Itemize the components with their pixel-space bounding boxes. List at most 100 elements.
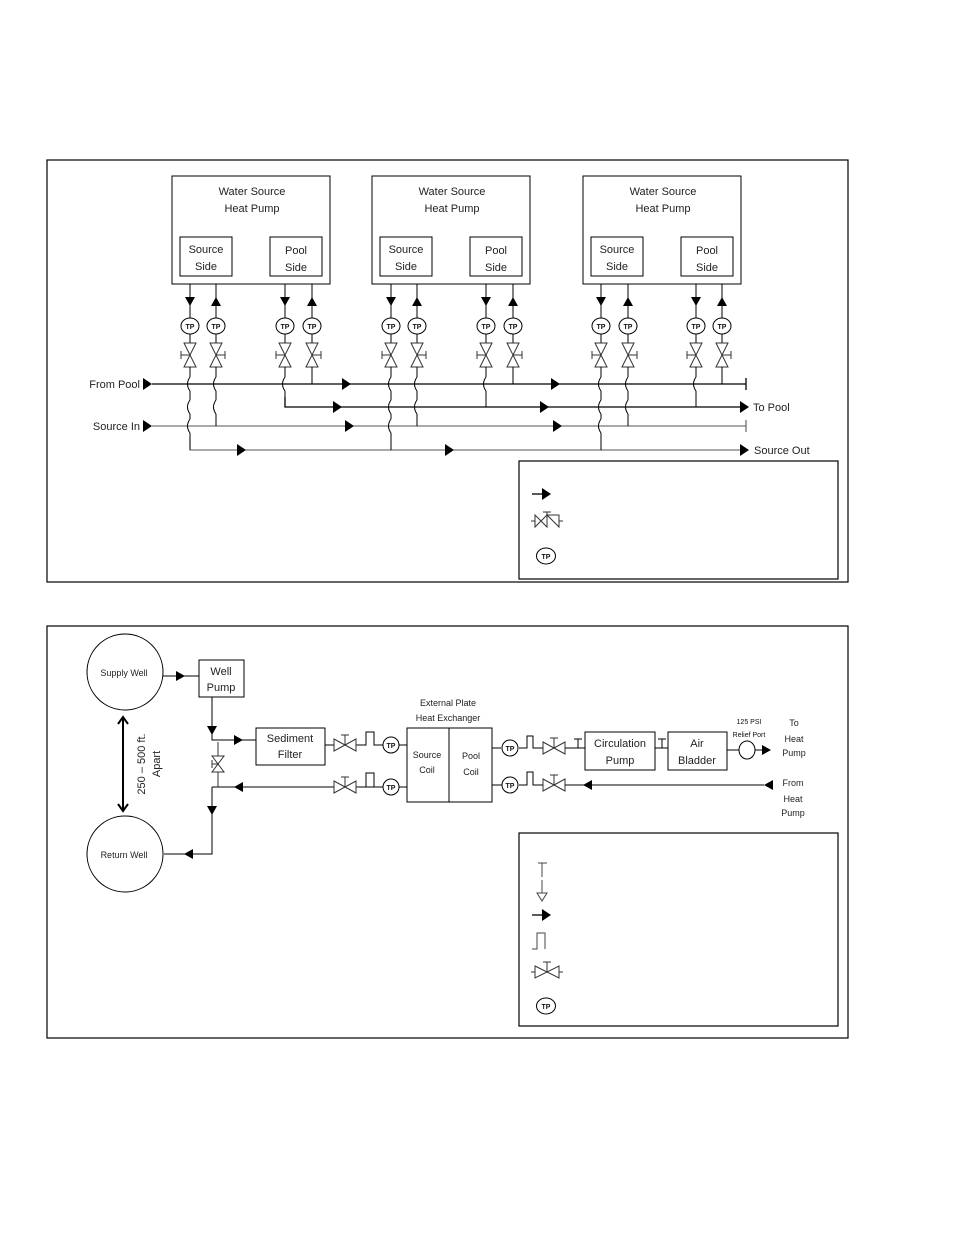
svg-text:Pool: Pool <box>485 245 507 257</box>
tp-port-icon: TP <box>501 776 519 794</box>
to-pool-arrow-icon <box>740 401 749 413</box>
pool-supply-header <box>152 378 747 390</box>
well-pump: Well Pump <box>198 659 245 698</box>
heat-pump-title: Water Source <box>419 186 486 198</box>
svg-text:Side: Side <box>195 261 217 273</box>
svg-text:Return Well: Return Well <box>101 850 148 860</box>
branch-pipe: TP <box>476 284 496 407</box>
heat-pump-unit: Water Source Heat Pump Source Side Pool Side <box>171 175 331 285</box>
heat-pump-unit: Water Source Heat Pump Source Side Pool Side <box>582 175 742 285</box>
svg-text:TP: TP <box>506 746 515 753</box>
svg-text:TP: TP <box>482 324 491 331</box>
source-side-box: Source Side <box>379 236 433 277</box>
svg-text:Heat Exchanger: Heat Exchanger <box>416 713 481 723</box>
bypass-valve-icon <box>211 742 225 787</box>
flow-arrow-icon <box>623 297 633 306</box>
svg-text:TP: TP <box>308 324 317 331</box>
svg-text:TP: TP <box>542 554 551 561</box>
legend-ball-valve-icon <box>531 511 563 529</box>
svg-text:Side: Side <box>395 261 417 273</box>
flow-arrow-icon <box>345 420 354 432</box>
tp-port-icon: TP <box>381 317 401 335</box>
svg-text:TP: TP <box>281 324 290 331</box>
tp-port-icon: TP <box>382 778 400 796</box>
pool-side-box: Pool Side <box>680 236 734 277</box>
ball-valve-icon <box>180 342 197 368</box>
tp-port-icon: TP <box>206 317 226 335</box>
branch-pipe: TP <box>503 284 523 384</box>
svg-text:TP: TP <box>413 324 422 331</box>
flow-arrow-icon <box>211 297 221 306</box>
source-return-header <box>189 438 742 451</box>
legend-loop-icon <box>532 932 546 950</box>
tp-port-icon: TP <box>503 317 523 335</box>
diagram-heat-pump-piping: Water SourceHeat PumpSourceSidePoolSideW… <box>46 159 849 583</box>
svg-text:Circulation: Circulation <box>594 738 646 750</box>
ball-valve-icon <box>333 776 357 794</box>
legend-flow-arrow-icon <box>532 909 551 921</box>
diagram2-frame <box>46 625 849 1039</box>
tp-port-icon: TP <box>302 317 322 335</box>
flow-arrow-icon <box>764 780 773 790</box>
flow-arrow-icon <box>234 782 243 792</box>
svg-text:250 – 500 ft.: 250 – 500 ft. <box>136 733 148 794</box>
to-pool-label: To Pool <box>753 402 790 414</box>
heat-pump-title: Water Source <box>219 186 286 198</box>
ball-valve-icon <box>410 342 427 368</box>
flow-arrow-icon <box>184 849 193 859</box>
pool-return-header <box>284 397 742 408</box>
svg-text:TP: TP <box>186 324 195 331</box>
svg-text:TP: TP <box>624 324 633 331</box>
tp-port-icon: TP <box>712 317 732 335</box>
tp-port-icon: TP <box>686 317 706 335</box>
svg-text:TP: TP <box>506 783 515 790</box>
from-pool-label: From Pool <box>89 379 140 391</box>
distance-label: 250 – 500 ft. Apart <box>136 733 163 794</box>
flow-arrow-icon <box>508 297 518 306</box>
source-side-box: Source Side <box>179 236 233 277</box>
source-out-label: Source Out <box>754 445 810 457</box>
to-heat-pump-label: To Heat Pump <box>782 718 806 758</box>
flow-arrow-icon <box>342 378 351 390</box>
svg-text:Side: Side <box>285 262 307 274</box>
flow-arrow-icon <box>237 444 246 456</box>
ball-valve-icon <box>542 774 566 792</box>
ball-valve-icon <box>542 737 566 755</box>
ball-valve-icon <box>305 342 322 368</box>
svg-text:Pool: Pool <box>696 245 718 257</box>
flow-arrow-icon <box>207 726 217 735</box>
svg-text:Filter: Filter <box>278 749 303 761</box>
svg-text:TP: TP <box>212 324 221 331</box>
flow-arrow-icon <box>540 401 549 413</box>
supply-well: Supply Well <box>86 633 164 711</box>
sediment-filter: Sediment Filter <box>255 727 326 766</box>
diagram-well-loop: Supply Well Return Well 250 – 500 ft. Ap… <box>46 625 849 1039</box>
return-well: Return Well <box>86 815 164 893</box>
flow-arrow-icon <box>553 420 562 432</box>
svg-text:Pump: Pump <box>781 808 805 818</box>
legend-ball-valve-icon <box>531 961 563 979</box>
svg-text:Pump: Pump <box>782 748 806 758</box>
svg-text:Coil: Coil <box>419 765 435 775</box>
source-supply-header <box>152 420 747 432</box>
tp-port-icon: TP <box>501 739 519 757</box>
svg-text:Pool: Pool <box>462 751 480 761</box>
tp-port-icon: TP <box>180 317 200 335</box>
svg-text:Source: Source <box>389 244 424 256</box>
ball-valve-icon <box>333 734 357 752</box>
svg-text:Side: Side <box>485 262 507 274</box>
from-pool-arrow-icon <box>143 378 152 390</box>
svg-text:External Plate: External Plate <box>420 698 476 708</box>
flow-arrow-icon <box>762 745 771 755</box>
heat-exchanger: External Plate Heat Exchanger Source Coi… <box>406 698 493 803</box>
svg-text:Air: Air <box>690 738 704 750</box>
svg-text:Pump: Pump <box>606 755 635 767</box>
svg-text:Bladder: Bladder <box>678 755 716 767</box>
branch-pipe: TP <box>618 284 638 426</box>
flow-arrow-icon <box>307 297 317 306</box>
svg-text:Coil: Coil <box>463 767 479 777</box>
legend-isolation-cap-icon <box>538 862 547 877</box>
relief-port: 125 PSI Relief Port <box>733 719 765 760</box>
svg-text:Apart: Apart <box>151 751 163 777</box>
flow-arrow-icon <box>207 806 217 815</box>
